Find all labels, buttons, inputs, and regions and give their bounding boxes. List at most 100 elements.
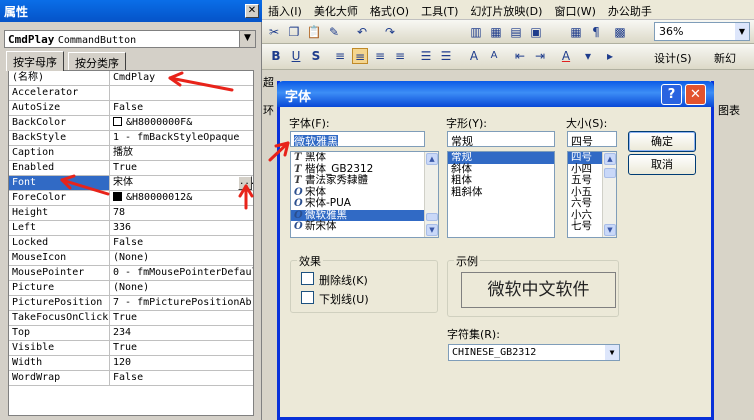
scrollbar-thumb[interactable] [426,213,438,221]
increase-indent-icon[interactable]: ⇥ [532,48,548,64]
new-slide-button[interactable]: 新幻 [714,50,736,66]
tab-categorized[interactable]: 按分类序 [68,52,126,70]
chevron-down-icon[interactable]: ▼ [735,23,749,40]
property-row[interactable]: Width 120 [9,356,253,371]
property-row[interactable]: Accelerator [9,86,253,101]
property-value[interactable]: (None) [110,251,253,265]
shadow-icon[interactable]: S [308,48,324,64]
property-row[interactable]: Font宋体... [9,176,253,191]
decrease-indent-icon[interactable]: ⇤ [512,48,528,64]
property-value[interactable]: 336 [110,221,253,235]
design-button[interactable]: 设计(S) [654,50,692,66]
property-row[interactable]: ForeColor &H80000012& [9,191,253,206]
increase-font-icon[interactable]: A [466,48,482,64]
property-value[interactable]: True [110,341,253,355]
copy-icon[interactable]: ❐ [286,24,302,40]
list-item[interactable]: 粗斜体 [448,186,554,199]
show-format-icon[interactable]: ¶ [588,24,604,40]
scrollbar-thumb[interactable] [604,168,616,178]
chevron-down-icon[interactable]: ▼ [604,224,616,236]
property-value[interactable]: True [110,311,253,325]
chevron-down-icon[interactable]: ▼ [605,345,619,360]
align-left-icon[interactable]: ≡ [332,48,348,64]
property-row[interactable]: Height 78 [9,206,253,221]
menu-item[interactable]: 插入(I) [262,0,308,19]
property-value[interactable]: 7 - fmPicturePositionAb [110,296,253,310]
menu-item[interactable]: 工具(T) [415,0,464,19]
property-value[interactable]: 120 [110,356,253,370]
font-style-input[interactable]: 常规 [447,131,555,147]
property-value[interactable]: False [110,371,253,385]
property-value[interactable]: 1 - fmBackStyleOpaque [110,131,253,145]
format-painter-icon[interactable]: ✎ [326,24,342,40]
property-row[interactable]: MouseIcon (None) [9,251,253,266]
property-value[interactable]: &H80000012& [110,191,253,205]
property-value[interactable]: CmdPlay [110,71,253,85]
menu-item[interactable]: 幻灯片放映(D) [464,0,548,19]
property-value[interactable]: 播放 [110,146,253,160]
object-selector[interactable]: CmdPlay CommandButton ▼ [4,30,256,48]
chevron-down-icon[interactable]: ▼ [426,224,438,236]
property-row[interactable]: Left 336 [9,221,253,236]
font-color-icon[interactable]: A [558,48,574,64]
property-row[interactable]: Picture (None) [9,281,253,296]
property-row[interactable]: TakeFocusOnClick True [9,311,253,326]
close-icon[interactable]: ✕ [245,4,259,18]
font-size-list[interactable]: 四号 小四 五号 小五 六号 小六 七号 ▲ ▼ [567,151,617,238]
strikeout-checkbox[interactable] [301,272,314,285]
chart-icon[interactable]: ▥ [468,24,484,40]
property-value[interactable]: False [110,101,253,115]
property-value[interactable]: True [110,161,253,175]
chevron-down-icon[interactable]: ▼ [239,31,255,47]
font-dialog-title-bar[interactable]: 字体 ? ✕ [277,81,714,107]
cancel-button[interactable]: 取消 [628,154,696,175]
property-value[interactable]: &H8000000F& [110,116,253,130]
property-value[interactable]: 0 - fmMousePointerDefault [110,266,253,280]
chevron-down-icon[interactable]: ▾ [580,48,596,64]
justify-icon[interactable]: ≡ [392,48,408,64]
property-value[interactable]: False [110,236,253,250]
menu-item[interactable]: 美化大师 [308,0,364,19]
bullets-icon[interactable]: ☰ [438,48,454,64]
underline-checkbox[interactable] [301,291,314,304]
font-name-input[interactable]: 微软雅黑 [290,131,425,147]
help-icon[interactable]: ? [661,84,682,105]
property-value[interactable]: 78 [110,206,253,220]
grid-icon[interactable]: ▦ [568,24,584,40]
ellipsis-button[interactable]: ... [238,176,253,190]
table-icon[interactable]: ▦ [488,24,504,40]
redo-icon[interactable]: ↷ [382,24,398,40]
property-value[interactable] [110,86,253,100]
property-row[interactable]: Top 234 [9,326,253,341]
columns-icon[interactable]: ▤ [508,24,524,40]
property-value[interactable]: (None) [110,281,253,295]
numbering-icon[interactable]: ☰ [418,48,434,64]
scrollbar[interactable]: ▲ ▼ [602,152,616,237]
decrease-font-icon[interactable]: A [486,48,502,64]
property-value[interactable]: 234 [110,326,253,340]
chevron-up-icon[interactable]: ▲ [426,153,438,165]
ok-button[interactable]: 确定 [628,131,696,152]
property-row[interactable]: Enabled True [9,161,253,176]
undo-icon[interactable]: ↶ [354,24,370,40]
property-row[interactable]: BackColor &H8000000F& [9,116,253,131]
align-center-icon[interactable]: ≡ [352,48,368,64]
font-list[interactable]: T 黑体 T 楷体_GB2312 T 書法家秀隸體 O 宋体 O 宋体-PUA O 微软雅黑 O 新宋体 … [290,151,439,238]
menu-item[interactable]: 办公助手 [602,0,658,19]
property-row[interactable]: BackStyle 1 - fmBackStyleOpaque [9,131,253,146]
property-row[interactable]: PicturePosition 7 - fmPicturePositionAb [9,296,253,311]
property-value[interactable]: 宋体... [110,176,253,190]
scrollbar[interactable]: ▲ ▼ [424,152,438,237]
charset-select[interactable]: CHINESE_GB2312 ▼ [448,344,620,361]
property-row[interactable]: Locked False [9,236,253,251]
tab-alphabetic[interactable]: 按字母序 [6,51,64,71]
menu-item[interactable]: 格式(O) [364,0,415,19]
chevron-up-icon[interactable]: ▲ [604,153,616,165]
property-row[interactable]: Caption 播放 [9,146,253,161]
picture-icon[interactable]: ▣ [528,24,544,40]
underline-icon[interactable]: U [288,48,304,64]
property-row[interactable]: (名称) CmdPlay [9,71,253,86]
list-item[interactable]: O 新宋体 [291,220,438,233]
property-row[interactable]: WordWrap False [9,371,253,386]
select-icon[interactable]: ▸ [602,48,618,64]
